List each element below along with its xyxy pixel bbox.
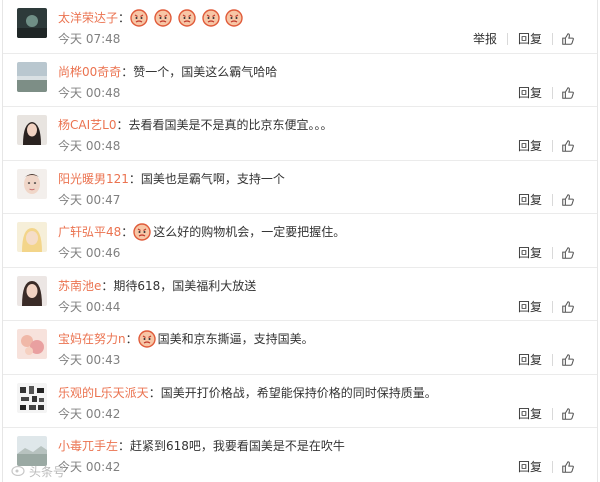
comment-username[interactable]: 乐观的L乐天派天 [58, 384, 149, 402]
comment-username[interactable]: 杨CAI艺L0 [58, 116, 116, 134]
comment-time: 今天 00:43 [58, 353, 121, 367]
comment-text: 国美开打价格战，希望能保持价格的同时保持质量。 [160, 385, 437, 400]
colon-separator: ： [148, 385, 161, 400]
comment-actions: 回复 [508, 352, 583, 368]
thumbs-up-icon[interactable] [553, 353, 583, 367]
comment-row: 尚桦00奇奇 ： 赞一个，国美这么霸气哈哈 今天 00:48 回复 [3, 54, 597, 107]
watermark: 头条号 [11, 463, 65, 480]
avatar[interactable] [17, 382, 47, 413]
thumbs-up-icon[interactable] [553, 86, 583, 100]
avatar[interactable] [17, 436, 47, 466]
avatar[interactable] [17, 222, 47, 252]
comment-text: 这么好的购物机会，一定要把握住。 [153, 225, 346, 239]
angry-face-emoji-icon [137, 330, 156, 348]
angry-face-emoji-icon [177, 9, 196, 27]
comment-actions: 回复 [508, 406, 583, 422]
comment-row: 阳光暖男121 ： 国美也是霸气啊，支持一个 今天 00:47 回复 [3, 161, 597, 214]
comment-actions: 举报 回复 [463, 31, 583, 47]
reply-button[interactable]: 回复 [508, 406, 552, 422]
avatar[interactable] [17, 275, 47, 306]
comment-row: 乐观的L乐天派天 ： 国美开打价格战，希望能保持价格的同时保持质量。 今天 00… [3, 375, 597, 428]
reply-button[interactable]: 回复 [508, 31, 552, 47]
comment-actions: 回复 [508, 299, 583, 315]
thumbs-up-icon[interactable] [553, 246, 583, 260]
angry-face-emoji-icon [225, 9, 244, 27]
thumbs-up-icon[interactable] [553, 139, 583, 153]
comment-time: 今天 00:44 [58, 299, 121, 314]
colon-separator: ： [121, 225, 134, 239]
comment-time: 今天 00:48 [58, 139, 121, 153]
comment-time: 今天 00:46 [58, 246, 121, 260]
comment-row: 宝妈在努力n ： 国美和京东撕逼，支持国美。 今天 00:43 回复 [3, 321, 597, 375]
comment-text: 期待618，国美福利大放送 [113, 278, 257, 293]
comment-username[interactable]: 小毒兀手左 [58, 437, 118, 455]
comment-actions: 回复 [508, 85, 583, 101]
reply-button[interactable]: 回复 [508, 245, 552, 261]
avatar[interactable] [17, 115, 47, 145]
thumbs-up-icon[interactable] [553, 300, 583, 314]
emoji-group [130, 9, 245, 28]
reply-button[interactable]: 回复 [508, 138, 552, 154]
comment-actions: 回复 [508, 138, 583, 154]
thumbs-up-icon[interactable] [553, 407, 583, 421]
angry-face-emoji-icon [130, 9, 148, 27]
comment-username[interactable]: 阳光暖男121 [58, 170, 129, 188]
comment-text: 去看看国美是不是真的比京东便宜。。。 [128, 118, 333, 132]
colon-separator: ： [121, 64, 134, 79]
thumbs-up-icon[interactable] [553, 193, 583, 207]
comment-row: 广轩弘平48 ： 这么好的购物机会，一定要把握住。 今天 00:46 回复 [3, 214, 597, 268]
comment-row: 苏南池e ： 期待618，国美福利大放送 今天 00:44 回复 [3, 268, 597, 321]
colon-separator: ： [116, 118, 129, 132]
angry-face-emoji-icon [154, 9, 172, 27]
reply-button[interactable]: 回复 [508, 192, 552, 208]
avatar[interactable] [17, 329, 47, 359]
comment-row: 太洋荣达子 ： 今天 07:48 举报 回复 [3, 0, 597, 54]
weibo-logo-icon [11, 464, 25, 479]
comment-list: 太洋荣达子 ： 今天 07:48 举报 回复 尚桦00奇奇 ： 赞一个，国美这么… [3, 0, 597, 482]
comment-actions: 回复 [508, 245, 583, 261]
comment-actions: 回复 [508, 459, 583, 475]
colon-separator: ： [125, 332, 138, 346]
watermark-text: 头条号 [29, 465, 66, 479]
colon-separator: ： [118, 439, 131, 453]
avatar[interactable] [17, 61, 47, 92]
comment-panel: 太洋荣达子 ： 今天 07:48 举报 回复 尚桦00奇奇 ： 赞一个，国美这么… [2, 0, 598, 482]
colon-separator: ： [128, 171, 141, 186]
comment-time: 今天 00:42 [58, 460, 121, 474]
comment-username[interactable]: 太洋荣达子 [58, 9, 118, 27]
report-button[interactable]: 举报 [463, 31, 507, 47]
comment-text: 国美和京东撕逼，支持国美。 [157, 332, 314, 346]
comment-username[interactable]: 苏南池e [58, 277, 101, 295]
comment-username[interactable]: 尚桦00奇奇 [58, 63, 121, 81]
angry-face-emoji-icon [133, 223, 151, 241]
avatar[interactable] [17, 168, 47, 199]
reply-button[interactable]: 回复 [508, 459, 552, 475]
reply-button[interactable]: 回复 [508, 299, 552, 315]
colon-separator: ： [101, 278, 114, 293]
thumbs-up-icon[interactable] [553, 460, 583, 474]
comment-actions: 回复 [508, 192, 583, 208]
thumbs-up-icon[interactable] [553, 32, 583, 46]
comment-row: 小毒兀手左 ： 赶紧到618吧，我要看国美是不是在吹牛 今天 00:42 回复 [3, 428, 597, 482]
reply-button[interactable]: 回复 [508, 85, 552, 101]
angry-face-emoji-icon [201, 9, 220, 27]
avatar[interactable] [17, 8, 47, 38]
comment-username[interactable]: 宝妈在努力n [58, 330, 126, 348]
comment-time: 今天 00:42 [58, 406, 121, 421]
comment-row: 杨CAI艺L0 ： 去看看国美是不是真的比京东便宜。。。 今天 00:48 回复 [3, 107, 597, 161]
comment-text: 国美也是霸气啊，支持一个 [140, 171, 285, 186]
comment-text: 赞一个，国美这么霸气哈哈 [133, 64, 278, 79]
comment-text: 赶紧到618吧，我要看国美是不是在吹牛 [130, 439, 345, 453]
comment-time: 今天 00:47 [58, 192, 121, 207]
comment-time: 今天 07:48 [58, 32, 121, 46]
comment-time: 今天 00:48 [58, 85, 121, 100]
comment-username[interactable]: 广轩弘平48 [58, 223, 121, 241]
colon-separator: ： [118, 11, 131, 25]
reply-button[interactable]: 回复 [508, 352, 552, 368]
